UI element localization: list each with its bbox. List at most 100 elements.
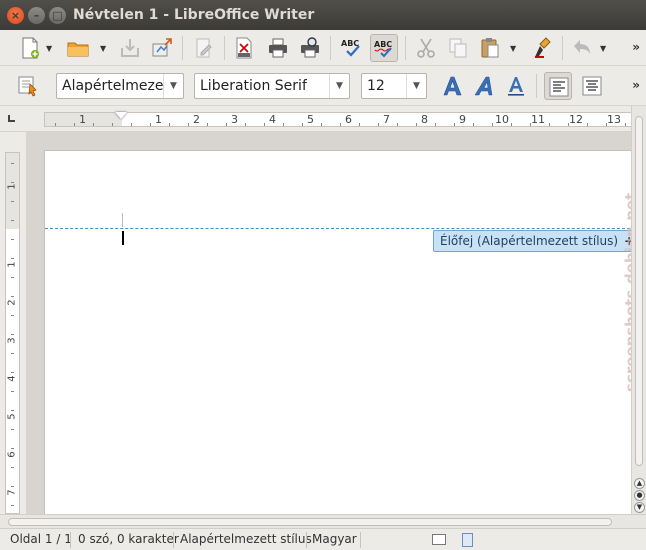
ruler-label: 10 bbox=[495, 113, 509, 126]
paste-dropdown-arrow[interactable]: ▼ bbox=[510, 44, 518, 53]
undo-dropdown-arrow[interactable]: ▼ bbox=[600, 44, 608, 53]
align-center-icon[interactable] bbox=[578, 72, 606, 100]
ruler-tick bbox=[188, 123, 189, 126]
ruler-tick bbox=[435, 123, 436, 126]
print-preview-icon[interactable] bbox=[296, 34, 324, 62]
language[interactable]: Magyar bbox=[312, 532, 357, 546]
vertical-ruler[interactable]: 1 1 2 3 4 5 6 7 bbox=[0, 132, 26, 514]
previous-page-icon[interactable]: ▲ bbox=[634, 478, 645, 489]
horizontal-scrollbar[interactable] bbox=[0, 514, 646, 528]
ruler-tick bbox=[549, 123, 550, 126]
page-count[interactable]: Oldal 1 / 1 bbox=[10, 532, 72, 546]
ruler-tick bbox=[169, 123, 170, 126]
vertical-ruler-tick bbox=[11, 220, 14, 221]
vertical-ruler-tick bbox=[11, 296, 14, 297]
navigator-icon[interactable]: ● bbox=[634, 490, 645, 501]
italic-icon[interactable] bbox=[470, 72, 498, 100]
horizontal-scroll-thumb[interactable] bbox=[8, 518, 612, 526]
vertical-ruler-tick bbox=[11, 163, 14, 164]
vertical-ruler-tick bbox=[11, 410, 14, 411]
vertical-ruler-label: 7 bbox=[6, 489, 18, 496]
vertical-ruler-tick bbox=[11, 372, 14, 373]
word-count[interactable]: 0 szó, 0 karakter bbox=[78, 532, 179, 546]
document-page[interactable]: Élőfej (Alapértelmezett stílus) + bbox=[44, 150, 631, 514]
vertical-ruler-tick bbox=[11, 239, 14, 240]
ruler-label: 12 bbox=[569, 113, 583, 126]
save-icon[interactable] bbox=[116, 34, 144, 62]
vertical-ruler-bar[interactable]: 1 1 2 3 4 5 6 7 bbox=[5, 152, 20, 514]
open-dropdown-arrow[interactable]: ▼ bbox=[100, 44, 108, 53]
toolbar-separator bbox=[182, 36, 183, 60]
paste-icon[interactable] bbox=[476, 34, 504, 62]
export-icon[interactable] bbox=[148, 34, 176, 62]
cut-icon[interactable] bbox=[412, 34, 440, 62]
vertical-ruler-label: 1 bbox=[6, 183, 18, 190]
ruler-tick bbox=[568, 123, 569, 126]
page-style[interactable]: Alapértelmezett stílus bbox=[180, 532, 312, 546]
export-pdf-icon[interactable] bbox=[230, 34, 258, 62]
print-icon[interactable] bbox=[264, 34, 292, 62]
text-boundary-mark bbox=[122, 213, 123, 227]
open-folder-icon[interactable] bbox=[64, 34, 92, 62]
ruler-tick bbox=[226, 123, 227, 126]
ruler-label: 11 bbox=[531, 113, 545, 126]
ruler-label: 8 bbox=[421, 113, 428, 126]
minimize-button[interactable]: – bbox=[28, 7, 45, 24]
status-bar: Oldal 1 / 1 0 szó, 0 karakter Alapértelm… bbox=[0, 528, 646, 550]
font-size-select[interactable]: 12 ▼ bbox=[361, 73, 427, 99]
tab-stop-icon[interactable] bbox=[8, 115, 15, 122]
vertical-ruler-tick bbox=[11, 277, 14, 278]
vertical-ruler-tick bbox=[11, 258, 14, 259]
status-separator bbox=[306, 532, 307, 548]
bold-icon[interactable] bbox=[438, 72, 466, 100]
next-page-icon[interactable]: ▼ bbox=[634, 502, 645, 513]
vertical-ruler-label: 2 bbox=[6, 299, 18, 306]
ruler-tick bbox=[359, 123, 360, 126]
formatting-toolbar: Alapértelmeze ▼ Liberation Serif ▼ 12 ▼ … bbox=[0, 66, 646, 106]
vertical-scrollbar[interactable]: ▲ ● ▼ bbox=[631, 106, 646, 514]
styles-icon[interactable] bbox=[14, 72, 42, 100]
ruler-tick bbox=[283, 123, 284, 126]
vertical-ruler-tick bbox=[11, 353, 14, 354]
ruler-tick bbox=[340, 123, 341, 126]
ruler-bar[interactable]: 1 1 2 3 4 5 6 7 8 9 10 11 12 13 bbox=[44, 112, 634, 127]
indent-marker-icon[interactable] bbox=[115, 112, 127, 119]
chevron-down-icon[interactable]: ▼ bbox=[163, 74, 183, 98]
document-area[interactable]: Élőfej (Alapértelmezett stílus) + bbox=[26, 132, 631, 514]
vertical-ruler-tick bbox=[11, 201, 14, 202]
copy-icon[interactable] bbox=[444, 34, 472, 62]
clone-formatting-icon[interactable] bbox=[530, 34, 558, 62]
vertical-ruler-tick bbox=[11, 315, 14, 316]
more-tools-button[interactable]: » bbox=[632, 40, 640, 54]
document-modified-icon[interactable] bbox=[462, 533, 473, 547]
header-boundary-line bbox=[45, 228, 631, 229]
new-document-icon[interactable] bbox=[16, 34, 44, 62]
ruler-label: 6 bbox=[345, 113, 352, 126]
vertical-scroll-thumb[interactable] bbox=[635, 116, 643, 466]
more-formatting-button[interactable]: » bbox=[632, 78, 640, 92]
close-button[interactable]: × bbox=[7, 7, 24, 24]
ruler-tick bbox=[112, 123, 113, 126]
maximize-button[interactable]: □ bbox=[49, 7, 66, 24]
edit-file-icon[interactable] bbox=[190, 34, 218, 62]
status-separator bbox=[70, 532, 71, 548]
font-name-value: Liberation Serif bbox=[200, 78, 307, 94]
underline-icon[interactable] bbox=[502, 72, 530, 100]
selection-mode-icon[interactable] bbox=[432, 534, 446, 545]
toolbar-separator bbox=[536, 74, 537, 98]
chevron-down-icon[interactable]: ▼ bbox=[329, 74, 349, 98]
font-name-select[interactable]: Liberation Serif ▼ bbox=[194, 73, 350, 99]
autospellcheck-icon[interactable]: ABC bbox=[370, 34, 398, 62]
align-left-icon[interactable] bbox=[544, 72, 572, 100]
new-dropdown-arrow[interactable]: ▼ bbox=[46, 44, 54, 53]
vertical-ruler-label: 3 bbox=[6, 337, 18, 344]
window-title: Névtelen 1 - LibreOffice Writer bbox=[73, 7, 315, 23]
paragraph-style-select[interactable]: Alapértelmeze ▼ bbox=[56, 73, 184, 99]
spellcheck-icon[interactable]: ABC bbox=[338, 34, 366, 62]
horizontal-ruler[interactable]: 1 1 2 3 4 5 6 7 8 9 10 11 12 13 bbox=[0, 106, 646, 132]
undo-icon[interactable] bbox=[568, 34, 596, 62]
ruler-tick bbox=[150, 123, 151, 126]
header-tag-button[interactable]: Élőfej (Alapértelmezett stílus) + bbox=[433, 230, 631, 252]
chevron-down-icon[interactable]: ▼ bbox=[406, 74, 426, 98]
status-separator bbox=[360, 532, 361, 548]
